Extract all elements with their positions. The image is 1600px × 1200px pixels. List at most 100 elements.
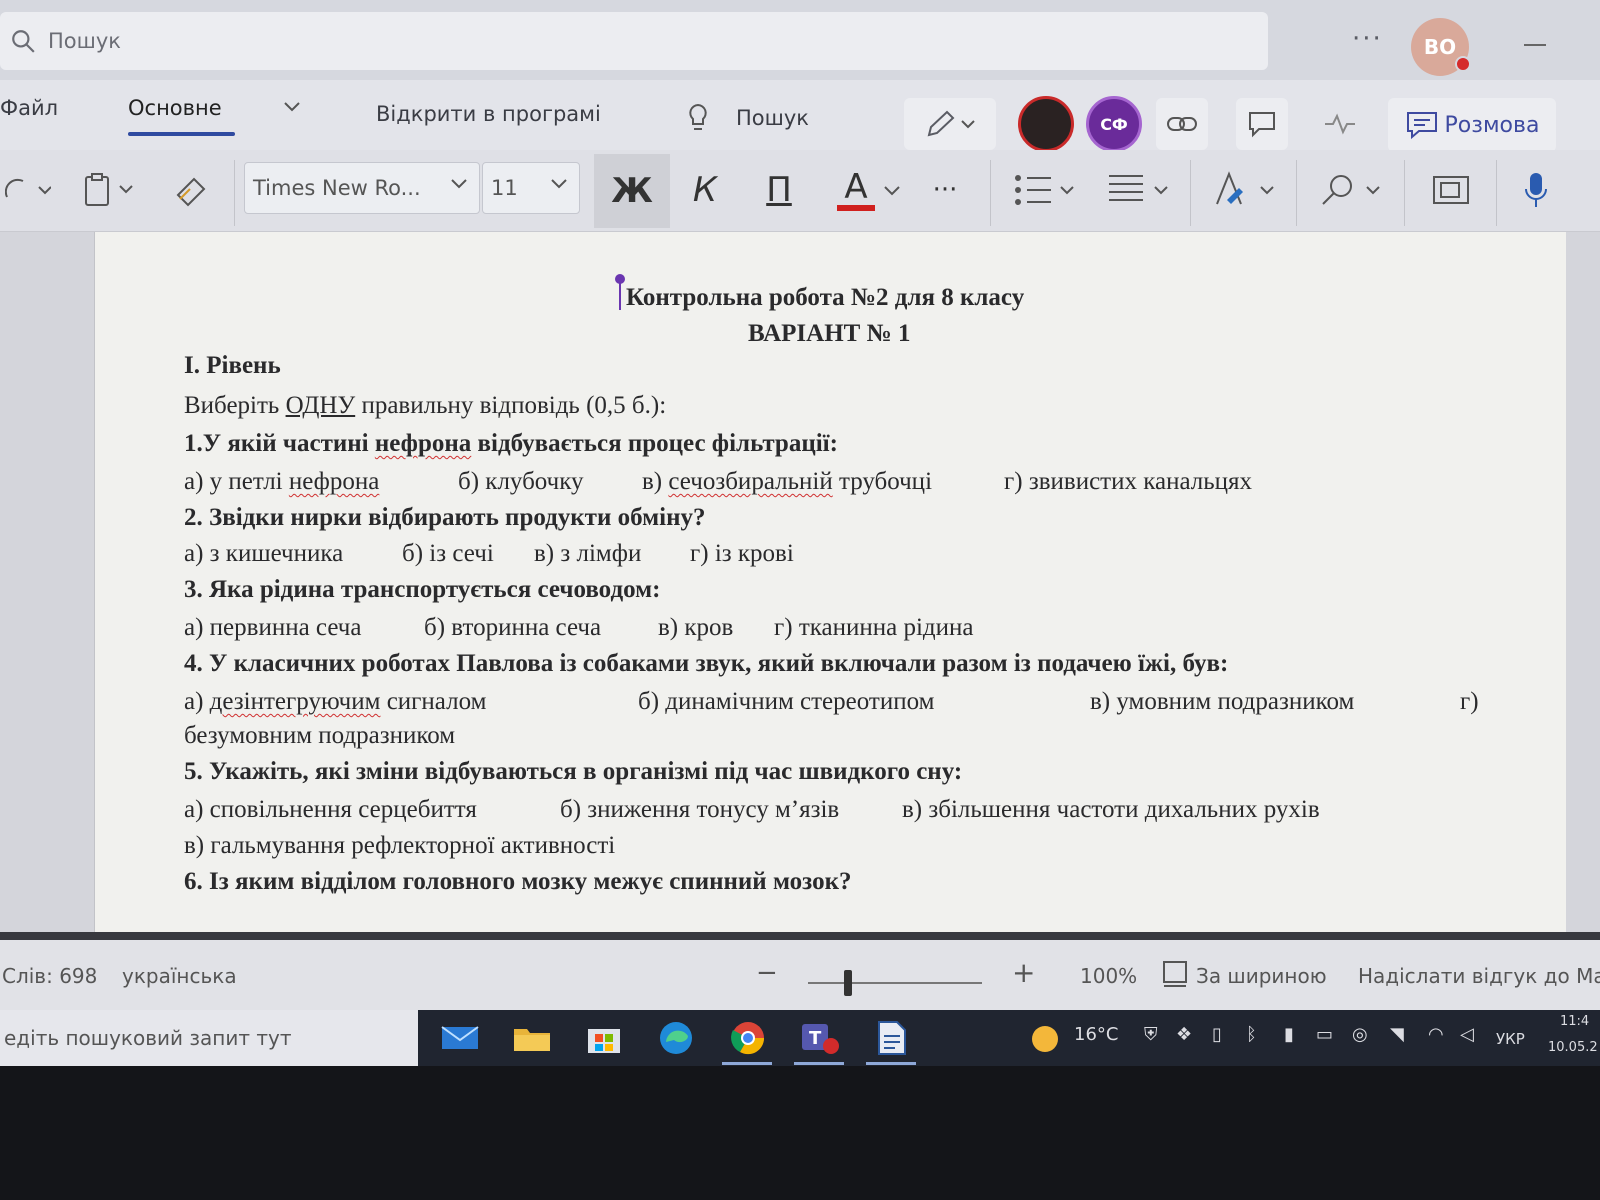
pencil-icon (927, 110, 955, 137)
question-4: 4. У класичних роботах Павлова із собака… (184, 650, 1229, 677)
spellcheck-word[interactable]: нефрона (289, 468, 379, 495)
search-icon (1322, 175, 1380, 205)
more-options-icon[interactable]: ··· (1352, 24, 1383, 54)
file-explorer-icon[interactable] (510, 1018, 554, 1058)
paste-button[interactable] (76, 162, 144, 218)
q3-option-b: б) вторинна сеча (424, 614, 602, 641)
language-indicator[interactable]: українська (122, 964, 237, 988)
chat-button[interactable]: Розмова (1388, 98, 1556, 152)
activity-icon (1325, 113, 1355, 135)
temperature[interactable]: 16°C (1074, 1024, 1118, 1045)
wifi-icon[interactable]: ◠ (1428, 1024, 1444, 1045)
open-in-app-button[interactable]: Відкрити в програмі (376, 102, 601, 126)
font-size-combo[interactable]: 11 (482, 162, 580, 214)
clipboard-icon (85, 173, 133, 206)
q2-option-a: а) з кишечника (184, 540, 344, 567)
doc-title: Контрольна робота №2 для 8 класу (626, 284, 1025, 311)
underline-button[interactable]: П (756, 162, 802, 218)
text-run: а) (184, 688, 210, 715)
chevron-down-icon[interactable] (882, 184, 902, 198)
edge-browser-icon[interactable] (654, 1018, 698, 1058)
teams-tray-icon[interactable]: ❖ (1176, 1024, 1192, 1045)
zoom-slider[interactable] (808, 982, 982, 984)
q1-option-b: б) клубочку (458, 468, 584, 495)
font-color-button[interactable]: А (834, 162, 878, 218)
clock-date[interactable]: 10.05.2 (1548, 1040, 1598, 1055)
activity-button[interactable] (1314, 98, 1366, 150)
styles-button[interactable] (1212, 162, 1284, 218)
share-link-button[interactable] (1156, 98, 1208, 150)
chrome-browser-icon[interactable] (726, 1018, 770, 1058)
spellcheck-word[interactable]: нефрона (375, 430, 471, 457)
q3-option-a: а) первинна сеча (184, 614, 362, 641)
taskbar-search[interactable]: едіть пошуковий запит тут (0, 1010, 418, 1066)
spellcheck-word[interactable]: сечозбиральній (668, 468, 832, 495)
chevron-down-icon (451, 179, 467, 189)
word-app-icon[interactable] (870, 1018, 914, 1058)
microphone-tray-icon[interactable]: ▮ (1284, 1024, 1294, 1045)
clock-time[interactable]: 11:4 (1560, 1014, 1589, 1029)
collaborator-initials: СФ (1100, 114, 1128, 134)
word-count[interactable]: Слів: 698 (2, 964, 97, 988)
security-icon[interactable]: ⛨ (1144, 1024, 1158, 1045)
immersive-reader-button[interactable] (1426, 162, 1476, 218)
find-button[interactable] (1318, 162, 1390, 218)
q5-option-c: в) збільшення частоти дихальних рухів (902, 796, 1320, 823)
question-1: 1.У якій частині нефрона відбувається пр… (184, 430, 838, 458)
q3-option-d: г) тканинна рідина (774, 614, 974, 641)
tab-file[interactable]: Файл (0, 96, 58, 120)
zoom-in-button[interactable]: + (1012, 956, 1035, 989)
spellcheck-word[interactable]: дезінтегруючим (210, 688, 381, 715)
undo-icon (5, 178, 51, 198)
q5-option-b: б) зниження тонусу м’язів (560, 796, 840, 823)
align-button[interactable] (1106, 162, 1178, 218)
collaborator-avatar-2[interactable]: СФ (1086, 96, 1142, 152)
minimize-icon[interactable] (1524, 44, 1546, 46)
horizontal-scrollbar[interactable] (0, 932, 1600, 940)
q1-option-c: в) сечозбиральній трубочці (642, 468, 932, 496)
zoom-level[interactable]: 100% (1080, 964, 1137, 988)
active-app-indicator (794, 1062, 844, 1065)
screen-bezel (0, 1066, 1600, 1200)
q4-option-b: б) динамічним стереотипом (638, 688, 935, 715)
teams-app-icon[interactable]: T (798, 1018, 842, 1058)
toolbar-separator (1404, 160, 1405, 226)
italic-button[interactable]: К (682, 162, 728, 218)
text-run: трубочці (832, 468, 933, 495)
zoom-slider-thumb[interactable] (844, 970, 852, 996)
tab-home[interactable]: Основне (128, 96, 222, 120)
editing-mode-button[interactable] (904, 98, 996, 150)
undo-button[interactable] (0, 162, 56, 218)
fit-width-button[interactable]: За шириною (1196, 964, 1327, 988)
mail-app-icon[interactable] (438, 1018, 482, 1058)
usb-icon[interactable]: ▯ (1212, 1024, 1222, 1045)
viber-icon[interactable]: ◎ (1352, 1024, 1368, 1045)
active-app-indicator (722, 1062, 772, 1065)
battery-icon[interactable]: ▭ (1316, 1024, 1333, 1045)
store-app-icon[interactable] (582, 1018, 626, 1058)
bullets-button[interactable] (1012, 162, 1084, 218)
more-formatting-button[interactable]: ··· (920, 162, 970, 218)
collaborator-avatar-1[interactable] (1018, 96, 1074, 152)
tell-me-search[interactable]: Пошук (736, 106, 809, 130)
document-body[interactable]: Контрольна робота №2 для 8 класу ВАРІАНТ… (94, 232, 1566, 932)
bluetooth-icon[interactable]: ᛒ (1246, 1024, 1257, 1045)
fit-width-icon[interactable] (1162, 960, 1188, 988)
dictate-button[interactable] (1516, 162, 1556, 218)
network-icon[interactable]: ◥ (1390, 1024, 1404, 1045)
font-name-combo[interactable]: Times New Ro... (244, 162, 480, 214)
chevron-down-icon[interactable] (282, 100, 302, 114)
format-painter-icon (176, 177, 206, 207)
feedback-link[interactable]: Надіслати відгук до Май (1358, 964, 1600, 988)
zoom-out-button[interactable]: − (756, 958, 778, 988)
toolbar-separator (1296, 160, 1297, 226)
weather-icon[interactable] (1030, 1024, 1060, 1054)
volume-icon[interactable]: ◁ (1460, 1024, 1474, 1045)
format-painter-button[interactable] (168, 162, 214, 218)
input-language[interactable]: УКР (1496, 1030, 1525, 1048)
comments-button[interactable] (1236, 98, 1288, 150)
bold-button[interactable]: Ж (594, 154, 670, 228)
search-icon (12, 30, 35, 53)
search-box[interactable]: Пошук (0, 12, 1268, 70)
user-avatar[interactable]: ВО (1411, 18, 1471, 76)
